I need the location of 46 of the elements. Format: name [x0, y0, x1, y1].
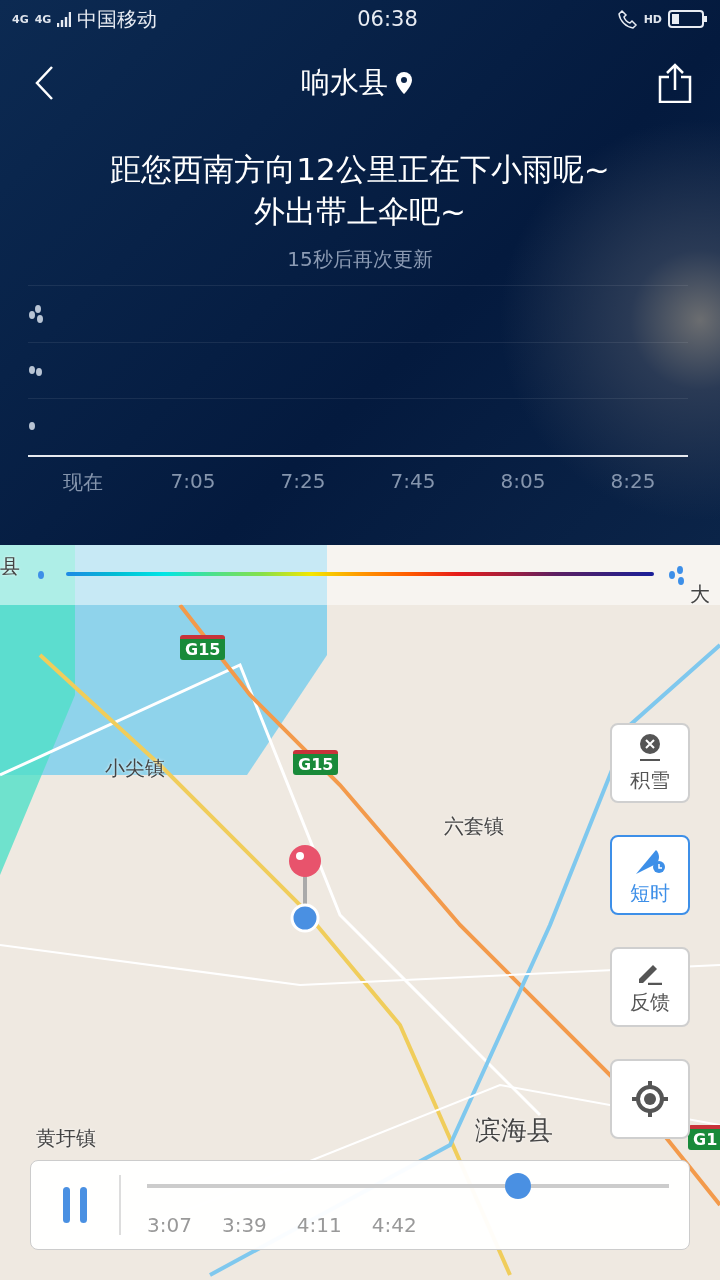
highway-shield: G15	[180, 635, 226, 660]
share-icon[interactable]	[658, 63, 692, 103]
map[interactable]: 县 大 G15 小尖镇 G15 六套镇 黄圩镇 滨海县 G1 积雪 短时 反馈 3:07 3:39 4:11 4:42	[0, 545, 720, 1280]
time-axis-label: 8:05	[499, 469, 547, 495]
forecast-message: 距您西南方向12公里正在下小雨呢~ 外出带上伞吧~	[109, 150, 611, 231]
battery-icon	[668, 9, 708, 29]
place-label: 滨海县	[475, 1114, 553, 1147]
timeline-time: 3:39	[221, 1213, 267, 1237]
time-axis-label: 7:25	[279, 469, 327, 495]
time-axis-label: 现在	[62, 469, 104, 496]
locate-icon	[630, 1079, 670, 1119]
place-label: 小尖镇	[105, 755, 165, 782]
highway-shield: G15	[293, 750, 339, 775]
highway-shield: G1	[688, 1125, 720, 1150]
map-control-button[interactable]	[610, 1059, 690, 1139]
map-control-button[interactable]: 反馈	[610, 947, 690, 1027]
location-pin-icon	[395, 72, 412, 94]
pause-icon	[62, 1187, 88, 1223]
raindrop-icon	[668, 565, 686, 587]
map-pin-icon	[288, 845, 322, 935]
back-icon[interactable]	[34, 65, 54, 101]
clock: 06:38	[356, 7, 419, 31]
place-label: 六套镇	[444, 813, 504, 840]
raindrop-icon	[37, 570, 45, 580]
place-label: 黄圩镇	[36, 1125, 96, 1152]
city-title: 响水县	[300, 64, 388, 101]
update-note: 15秒后再次更新	[286, 246, 434, 273]
timeline-time: 3:07	[147, 1213, 192, 1237]
phone-icon	[617, 9, 638, 29]
map-control-button[interactable]: 积雪	[610, 723, 690, 803]
carrier-name: 中国移动	[77, 5, 158, 33]
raindrop-icon	[28, 365, 43, 376]
raindrop-icon	[28, 304, 44, 323]
place-label: 县	[0, 553, 20, 580]
time-axis-label: 8:25	[609, 469, 657, 495]
hd-label: HD	[643, 12, 662, 26]
network-indicator: 4G	[12, 12, 29, 26]
time-axis-label: 7:45	[389, 469, 437, 495]
timeline-time: 4:11	[296, 1213, 342, 1237]
place-label: 大	[690, 581, 710, 608]
time-axis-label: 7:05	[169, 469, 217, 495]
raindrop-icon	[28, 422, 36, 433]
slider-thumb[interactable]	[504, 1173, 531, 1199]
network-indicator: 4G	[34, 12, 52, 26]
timeline-time: 4:42	[371, 1213, 417, 1237]
signal-icon	[57, 11, 72, 27]
